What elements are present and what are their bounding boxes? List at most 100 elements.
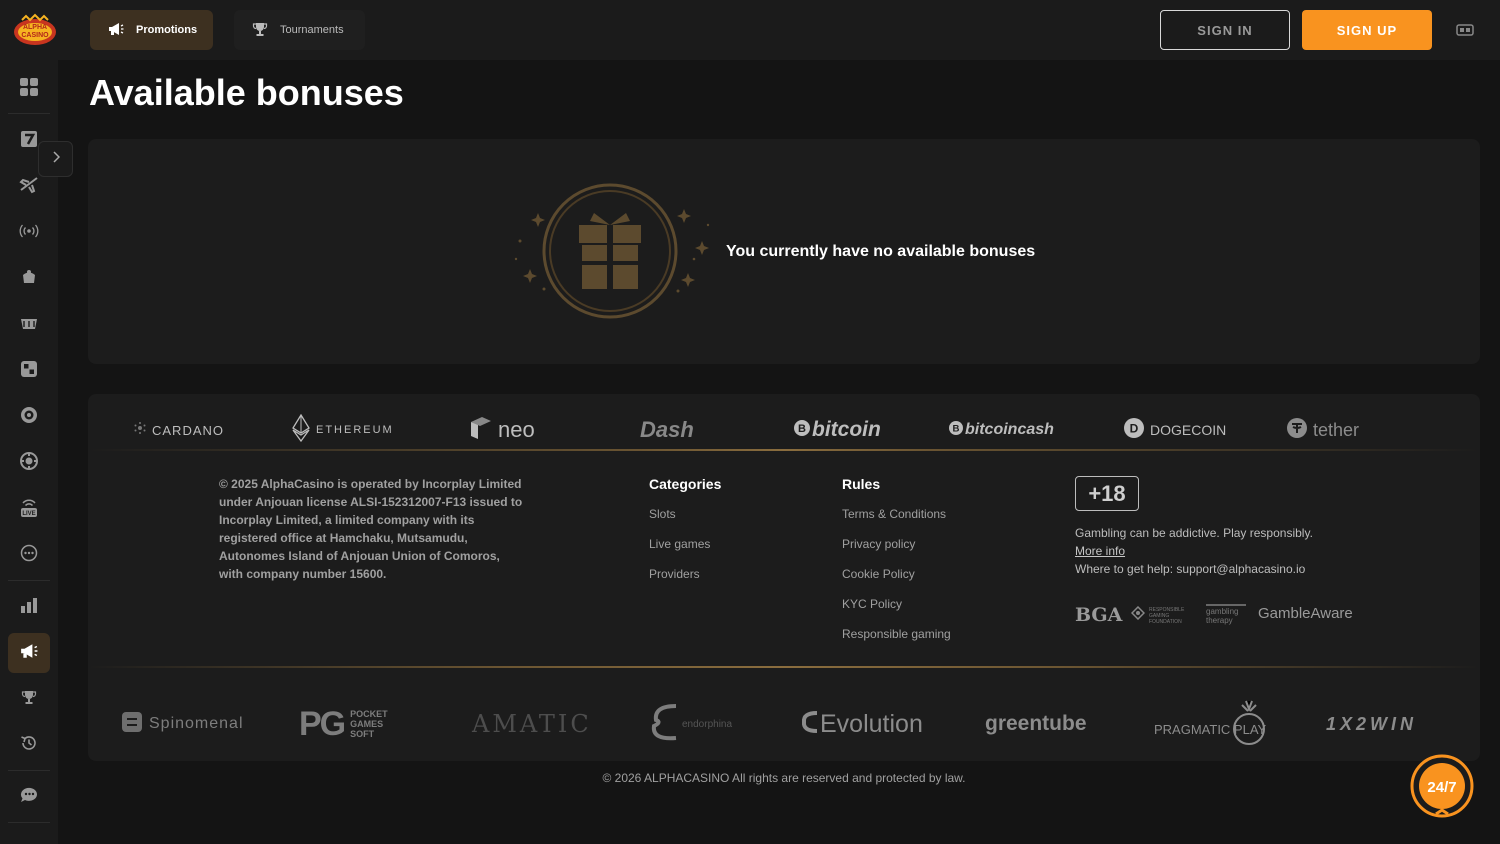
age-restriction-badge: +18: [1075, 476, 1139, 511]
more-info-link[interactable]: More info: [1075, 544, 1125, 558]
bitcoincash-icon: B: [949, 420, 963, 440]
roulette-icon: [20, 406, 38, 429]
divider-gold: [88, 449, 1480, 451]
tournaments-nav-button[interactable]: Tournaments: [234, 10, 365, 50]
provider-evolution[interactable]: Evolution: [800, 694, 923, 754]
grid-icon: [19, 77, 39, 102]
gambling-therapy-logo[interactable]: gambling therapy: [1206, 604, 1246, 625]
provider-spinomenal[interactable]: Spinomenal: [121, 694, 244, 754]
footer-link-providers[interactable]: Providers: [649, 567, 700, 581]
neo-icon: [470, 416, 492, 445]
payment-tether: tether: [1287, 414, 1359, 446]
top-bar: ALPHA CASINO Promotions Tournaments SIGN…: [0, 0, 1500, 60]
pg-logo: PG: [299, 704, 346, 743]
cards-icon: [20, 268, 38, 291]
empty-bonuses-message: You currently have no available bonuses: [726, 243, 1036, 260]
responsible-text: Gambling can be addictive. Play responsi…: [1075, 526, 1313, 540]
categories-title: Categories: [649, 476, 722, 492]
tournaments-label: Tournaments: [280, 24, 344, 36]
promotions-label: Promotions: [136, 24, 198, 36]
sidebar-item-roulette[interactable]: [8, 397, 50, 437]
cardano-icon: [134, 421, 146, 439]
footer-link-privacy[interactable]: Privacy policy: [842, 537, 915, 551]
basket-icon: [19, 315, 39, 336]
gambleaware-logo[interactable]: GambleAware: [1258, 605, 1353, 622]
sidebar-item-table[interactable]: [8, 443, 50, 483]
bonuses-panel: You currently have no available bonuses: [88, 139, 1480, 364]
promotions-nav-button[interactable]: Promotions: [90, 10, 213, 50]
sidebar-item-live-casino[interactable]: LIVE: [8, 490, 50, 530]
provider-pgsoft[interactable]: PG POCKET GAMES SOFT: [299, 694, 400, 754]
history-icon: [20, 734, 38, 757]
provider-greentube[interactable]: greentube: [985, 694, 1087, 754]
sign-up-button[interactable]: SIGN UP: [1302, 10, 1432, 50]
footer-link-responsible[interactable]: Responsible gaming: [842, 627, 951, 641]
legal-text: © 2025 AlphaCasino is operated by Incorp…: [219, 477, 523, 581]
chevron-right-icon: [52, 150, 60, 168]
payment-bitcoincash: B bitcoincash: [949, 414, 1054, 446]
sidebar-divider: [8, 113, 50, 114]
payment-label: bitcoin: [812, 418, 881, 441]
sidebar-item-tournaments[interactable]: [8, 679, 50, 719]
support-chat-button[interactable]: 24/7: [1406, 752, 1478, 824]
svg-text:B: B: [953, 423, 960, 434]
payment-label: neo: [498, 417, 535, 442]
sidebar-item-games[interactable]: [8, 351, 50, 391]
rgf-logo[interactable]: RESPONSIBLE GAMING FOUNDATION: [1130, 605, 1193, 625]
chat-icon: [19, 786, 39, 809]
sidebar-item-home[interactable]: [8, 69, 50, 109]
sidebar-item-cards[interactable]: [8, 259, 50, 299]
evolution-icon: [800, 710, 820, 739]
copyright-text: © 2026 ALPHACASINO All rights are reserv…: [602, 771, 966, 785]
plane-icon: [19, 176, 39, 199]
slot-seven-icon: [20, 130, 38, 153]
dice-icon: [20, 360, 38, 383]
payment-cardano: CARDANO: [134, 414, 224, 446]
footer-link-live-games[interactable]: Live games: [649, 537, 710, 551]
payment-dogecoin: D DOGECOIN: [1124, 414, 1226, 446]
sidebar-item-basket[interactable]: [8, 305, 50, 345]
provider-1x2win[interactable]: 1X2WIN: [1326, 694, 1417, 754]
sidebar-divider: [8, 580, 50, 581]
dogecoin-icon: D: [1124, 417, 1144, 443]
payment-ethereum: ETHEREUM: [292, 413, 394, 447]
payment-dash: Dash: [640, 414, 694, 446]
footer-link-cookie[interactable]: Cookie Policy: [842, 567, 915, 581]
provider-pragmatic[interactable]: PRAGMATIC PLAY: [1154, 694, 1266, 754]
sign-in-button[interactable]: SIGN IN: [1160, 10, 1290, 50]
footer-link-kyc[interactable]: KYC Policy: [842, 597, 902, 611]
sidebar-item-stats[interactable]: [8, 587, 50, 627]
payment-label: bitcoincash: [965, 421, 1054, 438]
provider-amatic[interactable]: AMATIC: [472, 694, 592, 754]
sidebar-item-live[interactable]: [8, 213, 50, 253]
help-text: Where to get help: support@alphacasino.i…: [1075, 562, 1306, 576]
support-label: 24/7: [1427, 779, 1456, 796]
payment-label: Dash: [640, 417, 694, 442]
sidebar-item-history[interactable]: [8, 725, 50, 765]
megaphone-icon: [108, 22, 124, 39]
footer-link-slots[interactable]: Slots: [649, 507, 676, 521]
footer: CARDANO ETHEREUM neo Dash B bitcoin B bi…: [88, 394, 1480, 761]
footer-link-terms[interactable]: Terms & Conditions: [842, 507, 946, 521]
sidebar-expand-button[interactable]: [38, 141, 73, 177]
sidebar-item-more[interactable]: [8, 535, 50, 575]
rgf-icon: [1130, 605, 1146, 625]
page-title: Available bonuses: [89, 72, 404, 113]
live-tv-icon: LIVE: [19, 498, 39, 523]
bga-logo[interactable]: BGA: [1075, 604, 1122, 626]
divider-gold: [88, 666, 1480, 668]
payment-label: DOGECOIN: [1150, 422, 1227, 438]
sidebar: LIVE: [0, 60, 58, 844]
stats-icon: [19, 596, 39, 619]
language-icon[interactable]: [1456, 22, 1474, 38]
tether-icon: [1287, 417, 1307, 443]
sidebar-divider: [8, 822, 50, 823]
svg-text:D: D: [1130, 421, 1139, 435]
logo[interactable]: ALPHA CASINO: [12, 12, 58, 48]
payment-label: ETHEREUM: [316, 424, 394, 436]
chip-icon: [20, 451, 38, 475]
ethereum-icon: [292, 413, 310, 447]
svg-text:ALPHA: ALPHA: [23, 24, 47, 31]
provider-endorphina[interactable]: endorphina: [648, 694, 732, 754]
sidebar-item-promotions[interactable]: [8, 633, 50, 673]
